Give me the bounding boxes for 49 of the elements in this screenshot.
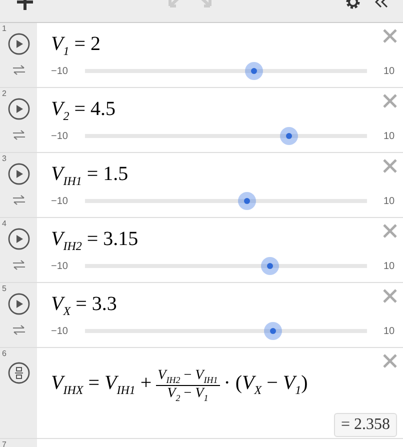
fraction-icon[interactable] xyxy=(8,362,30,384)
close-icon[interactable] xyxy=(383,159,397,173)
play-icon[interactable] xyxy=(8,163,30,185)
slider-thumb[interactable] xyxy=(245,62,264,80)
fraction-denominator[interactable]: V$_{2}$ − V$_{1}$ xyxy=(167,386,208,403)
slider-min: −10 xyxy=(51,130,69,142)
row-number: 1 xyxy=(2,24,6,33)
formula-left[interactable]: V$_{IHX}$ = V$_{IH1}$ + xyxy=(51,372,152,398)
expression[interactable]: V$_{IH1}$ = 1.5 xyxy=(51,163,128,189)
repeat-icon[interactable] xyxy=(12,129,26,141)
close-icon[interactable] xyxy=(383,289,397,303)
repeat-icon[interactable] xyxy=(12,64,26,76)
expression[interactable]: V$_{X}$ = 3.3 xyxy=(51,293,117,319)
close-icon[interactable] xyxy=(383,29,397,43)
repeat-icon[interactable] xyxy=(12,324,26,336)
slider-min: −10 xyxy=(51,66,69,76)
expression[interactable]: V$_{1}$ = 2 xyxy=(51,33,100,59)
slider-max: 10 xyxy=(382,196,396,206)
row-number: 4 xyxy=(2,219,6,228)
repeat-icon[interactable] xyxy=(12,194,26,206)
slider-min: −10 xyxy=(51,196,69,206)
slider-thumb[interactable] xyxy=(261,257,280,275)
slider-min: −10 xyxy=(51,326,69,336)
slider-thumb[interactable] xyxy=(238,192,256,210)
expression[interactable]: V$_{IH2}$ = 3.15 xyxy=(51,228,138,254)
slider-max: 10 xyxy=(382,130,396,142)
close-icon[interactable] xyxy=(383,94,397,108)
close-icon[interactable] xyxy=(383,354,397,368)
repeat-icon[interactable] xyxy=(12,259,26,271)
fraction-numerator[interactable]: V$_{IH2}$ − V$_{IH1}$ xyxy=(156,368,220,386)
slider-max: 10 xyxy=(382,326,396,336)
result-value: = 2.358 xyxy=(334,412,397,437)
expression[interactable]: V$_{2}$ = 4.5 xyxy=(51,98,116,124)
play-icon[interactable] xyxy=(8,33,30,55)
play-icon[interactable] xyxy=(8,228,30,250)
slider-max: 10 xyxy=(382,66,396,76)
row-number: 3 xyxy=(2,154,6,163)
play-icon[interactable] xyxy=(8,98,30,120)
row-number: 5 xyxy=(2,284,6,293)
slider-max: 10 xyxy=(382,260,396,272)
slider-thumb[interactable] xyxy=(264,322,282,340)
row-number: 2 xyxy=(2,89,6,98)
row-number: 7 xyxy=(2,440,6,447)
slider-min: −10 xyxy=(51,260,69,272)
row-number: 6 xyxy=(2,349,6,358)
formula-right[interactable]: · (V$_{X}$ − V$_{1}$) xyxy=(224,372,308,398)
close-icon[interactable] xyxy=(383,224,397,238)
play-icon[interactable] xyxy=(8,293,30,315)
slider-thumb[interactable] xyxy=(280,127,298,145)
